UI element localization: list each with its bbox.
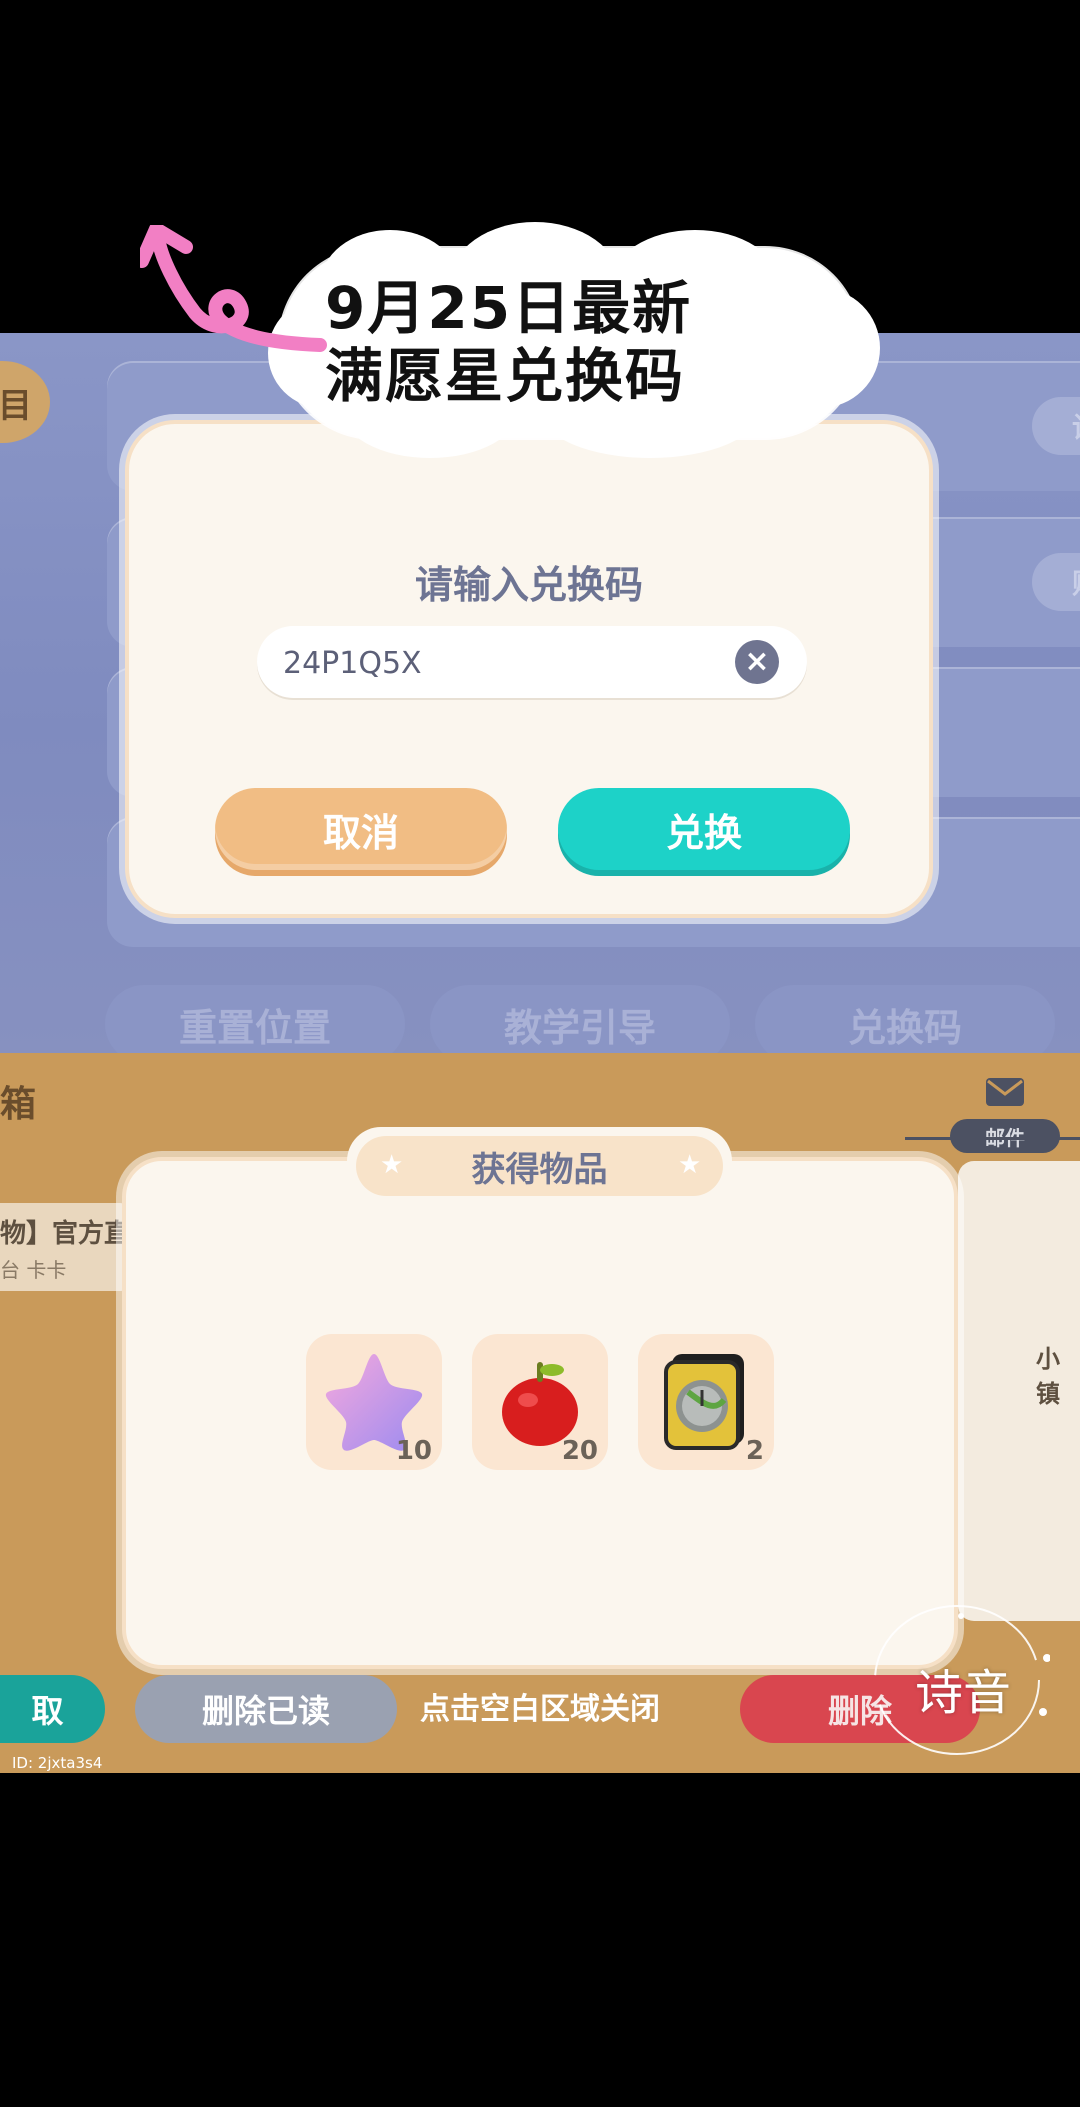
pink-arrow-icon — [140, 225, 327, 352]
claim-label: 取 — [31, 1692, 64, 1730]
redeem-dialog: 请输入兑换码 × 取消 兑换 — [125, 420, 933, 918]
reward-item[interactable]: 2 — [638, 1334, 774, 1470]
reward-item-count: 2 — [745, 1436, 764, 1466]
clear-icon[interactable]: × — [735, 640, 779, 684]
delete-read-button[interactable]: 删除已读 — [135, 1675, 397, 1743]
caption-text: 9月25日最新 满愿星兑换码 — [325, 274, 865, 410]
caption-line-1: 9月25日最新 — [325, 274, 693, 342]
reward-item[interactable]: 20 — [472, 1334, 608, 1470]
reward-dialog-title: 获得物品 — [356, 1136, 723, 1196]
row-pill-button[interactable]: 设 — [1032, 397, 1080, 455]
mail-detail-snippet: 小镇 — [1036, 1345, 1060, 1408]
tutorial-button[interactable]: 教学引导 — [430, 985, 730, 1053]
caption-line-2: 满愿星兑换码 — [325, 342, 686, 410]
left-badge: 目 — [0, 361, 50, 443]
code-input[interactable] — [281, 626, 715, 700]
code-input-field[interactable]: × — [257, 626, 807, 700]
redeem-code-button[interactable]: 兑换码 — [755, 985, 1055, 1053]
row-pill-label: 设 — [1072, 406, 1080, 446]
close-hint[interactable]: 点击空白区域关闭 — [380, 1684, 700, 1728]
star-decoration-icon: ★ — [380, 1150, 404, 1180]
claim-button[interactable]: 取 — [0, 1675, 105, 1743]
row-pill-label: 贴 — [1072, 562, 1080, 602]
left-badge-text: 目 — [0, 385, 32, 426]
reward-item-count: 20 — [561, 1436, 598, 1466]
mail-icon[interactable] — [985, 1077, 1025, 1107]
reset-position-button[interactable]: 重置位置 — [105, 985, 405, 1053]
cancel-button[interactable]: 取消 — [215, 788, 507, 870]
row-pill-button[interactable]: 贴 — [1032, 553, 1080, 611]
list-item[interactable]: 物】官方直 台 卡卡 — [0, 1203, 130, 1291]
watermark-text: 诗音 — [915, 1665, 1012, 1721]
redeem-dialog-title: 请输入兑换码 — [414, 563, 643, 607]
apple-icon — [502, 1362, 578, 1446]
list-item-title: 物】官方直 — [0, 1219, 130, 1249]
tab-divider — [905, 1137, 1080, 1140]
exchange-button[interactable]: 兑换 — [558, 788, 850, 870]
star-decoration-icon: ★ — [678, 1150, 702, 1180]
reward-item[interactable]: 10 — [306, 1334, 442, 1470]
reward-item-count: 10 — [395, 1436, 432, 1466]
mail-tab[interactable]: 邮件 — [950, 1119, 1060, 1153]
time-book-icon — [664, 1354, 744, 1450]
mail-screen-title: 箱 — [0, 1084, 37, 1125]
list-item-subtitle: 台 卡卡 — [0, 1258, 67, 1282]
player-id: ID: 2jxta3s4 — [12, 1754, 103, 1772]
